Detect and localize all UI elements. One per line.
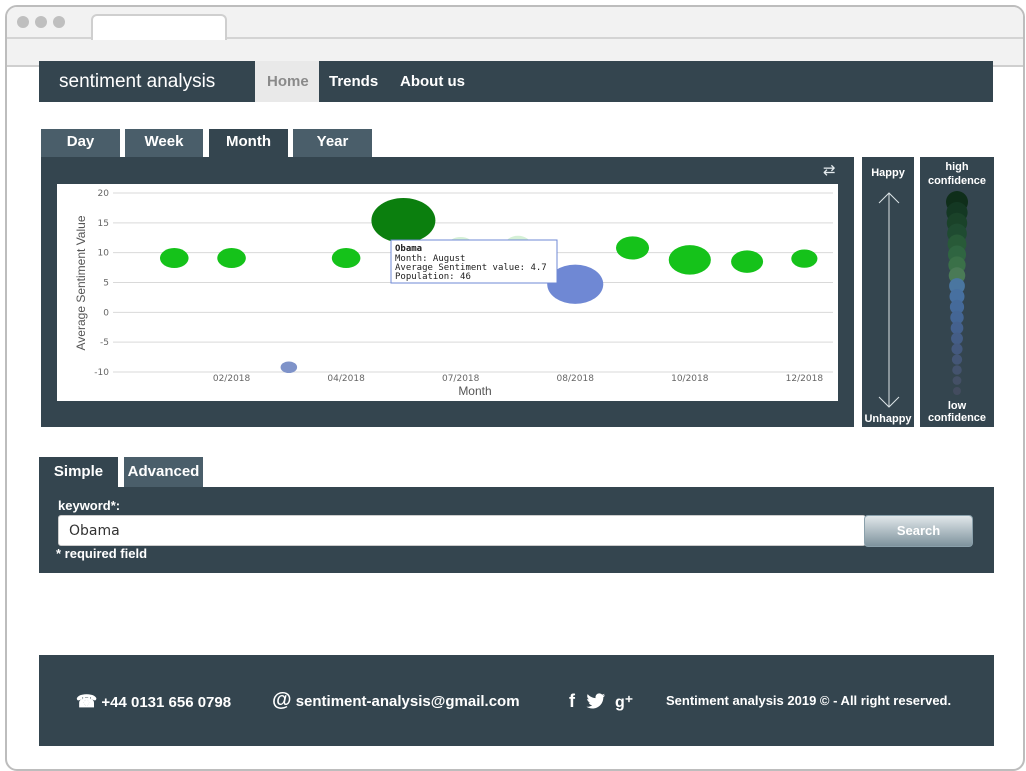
chart-plot-area: -10 -5 0 5 10 15 20 02/2018 04/2018 07/2018 08/20… xyxy=(57,184,838,401)
tab-simple[interactable]: Simple xyxy=(39,457,118,487)
confidence-dot xyxy=(952,376,962,385)
chart-panel: ⇄ -10 -5 0 5 10 15 20 02/2018 04/2018 07/2018 08/… xyxy=(41,157,854,427)
nav-about-us[interactable]: About us xyxy=(400,61,465,102)
keyword-label: keyword*: xyxy=(58,498,121,513)
top-navbar: sentiment analysis Home Trends About us xyxy=(39,61,993,102)
y-tick-label: 15 xyxy=(98,219,109,229)
y-tick-label: 20 xyxy=(98,189,110,199)
chart-tooltip: Obama Month: August Average Sentiment va… xyxy=(390,239,558,284)
footer: ☎ +44 0131 656 0798 @ sentiment-analysis… xyxy=(39,655,994,746)
y-axis-label: Average Sentiment Value xyxy=(74,215,88,350)
tooltip-title: Obama xyxy=(395,244,422,254)
legend-low-line2: confidence xyxy=(927,412,987,424)
keyword-input[interactable] xyxy=(58,515,866,546)
data-bubble xyxy=(371,198,436,243)
window-maximize-dot[interactable] xyxy=(53,16,65,28)
tab-day[interactable]: Day xyxy=(41,129,120,157)
phone-icon: ☎ xyxy=(76,692,98,711)
footer-phone: ☎ +44 0131 656 0798 xyxy=(76,692,231,712)
x-axis-label: Month xyxy=(458,384,491,398)
confidence-dot xyxy=(950,321,964,335)
data-bubble xyxy=(159,248,189,269)
sentiment-arrow-icon xyxy=(878,192,900,408)
y-tick-label: 5 xyxy=(103,279,109,289)
y-tick-label: 0 xyxy=(103,308,109,318)
phone-number: +44 0131 656 0798 xyxy=(101,694,232,711)
search-button[interactable]: Search xyxy=(864,515,973,547)
x-tick-label: 08/2018 xyxy=(557,374,595,384)
tab-year[interactable]: Year xyxy=(293,129,372,157)
legend-low-label: low confidence xyxy=(920,400,994,424)
data-bubble xyxy=(217,248,246,269)
email-address: sentiment-analysis@gmail.com xyxy=(295,693,520,710)
confidence-dot xyxy=(951,354,963,365)
tab-month[interactable]: Month xyxy=(209,129,288,157)
data-bubble xyxy=(668,245,711,275)
tab-advanced[interactable]: Advanced xyxy=(124,457,203,487)
x-tick-label: 02/2018 xyxy=(213,374,251,384)
social-links: f g⁺ xyxy=(569,691,633,712)
x-tick-label: 04/2018 xyxy=(327,374,365,384)
x-tick-label: 10/2018 xyxy=(671,374,709,384)
brand-title: sentiment analysis xyxy=(59,71,216,92)
x-tick-label: 12/2018 xyxy=(786,374,824,384)
legend-low-line1: low xyxy=(947,400,967,412)
x-tick-label: 07/2018 xyxy=(442,374,480,384)
facebook-icon[interactable]: f xyxy=(569,691,575,711)
nav-trends[interactable]: Trends xyxy=(329,61,378,102)
data-bubble xyxy=(791,249,818,268)
confidence-dot xyxy=(953,387,961,395)
footer-email[interactable]: @ sentiment-analysis@gmail.com xyxy=(272,689,520,712)
confidence-dot xyxy=(951,343,963,355)
confidence-dot xyxy=(951,332,963,345)
swap-axes-icon[interactable]: ⇄ xyxy=(823,161,836,179)
legend-unhappy-label: Unhappy xyxy=(864,413,912,425)
data-bubble xyxy=(331,248,361,269)
data-bubble xyxy=(280,361,298,374)
y-tick-label: -10 xyxy=(94,368,109,378)
tab-week[interactable]: Week xyxy=(125,129,203,157)
sentiment-legend: Happy Unhappy xyxy=(862,157,914,427)
twitter-icon[interactable] xyxy=(586,691,611,711)
y-tick-label: -5 xyxy=(100,338,109,348)
search-panel: keyword*: Search * required field xyxy=(39,487,994,573)
google-plus-icon[interactable]: g⁺ xyxy=(615,694,633,711)
confidence-legend: high confidence low confidence xyxy=(920,157,994,427)
tooltip-population: Population: 46 xyxy=(395,272,471,282)
confidence-dot xyxy=(952,365,962,375)
data-bubble xyxy=(615,236,650,260)
y-tick-label: 10 xyxy=(98,249,110,259)
data-bubble xyxy=(731,250,764,273)
window-minimize-dot[interactable] xyxy=(35,16,47,28)
required-field-note: * required field xyxy=(56,546,148,561)
nav-home[interactable]: Home xyxy=(255,61,319,102)
footer-copyright: Sentiment analysis 2019 © - All right re… xyxy=(666,693,952,708)
at-icon: @ xyxy=(272,689,292,711)
window-close-dot[interactable] xyxy=(17,16,29,28)
browser-tab[interactable] xyxy=(91,14,227,40)
browser-chrome xyxy=(7,7,1023,67)
confidence-scale xyxy=(946,191,968,395)
sentiment-bubble-chart: -10 -5 0 5 10 15 20 02/2018 04/2018 07/2018 08/20… xyxy=(74,189,833,398)
